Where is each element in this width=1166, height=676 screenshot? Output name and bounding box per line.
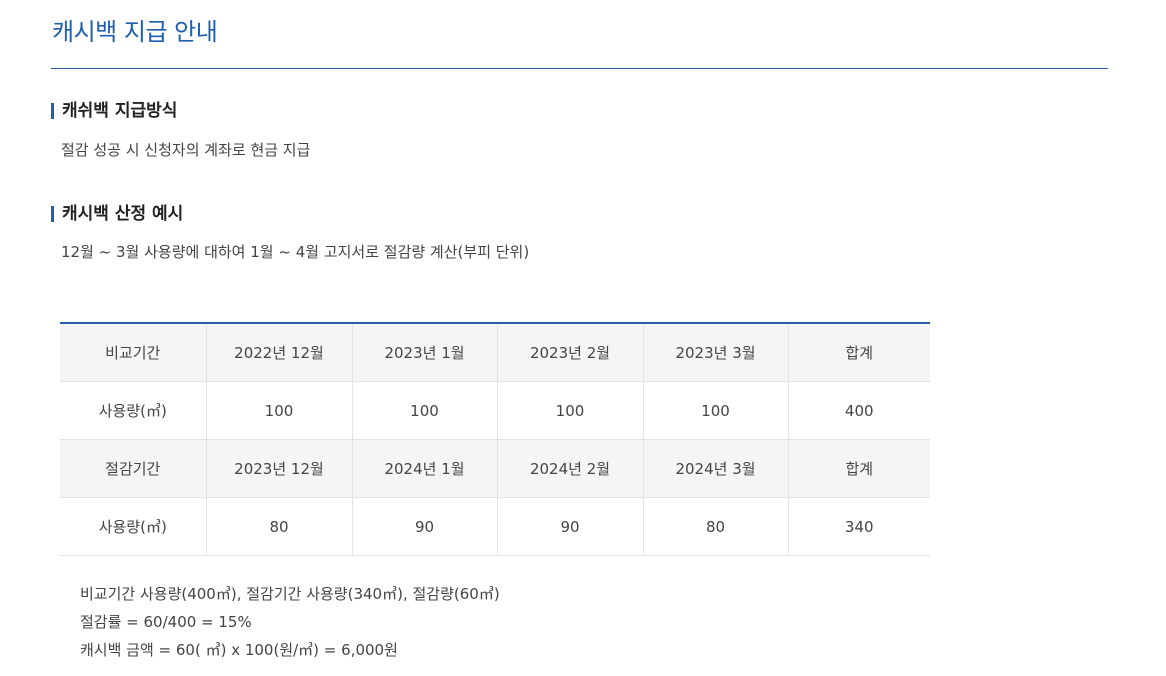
table-cell: 340 xyxy=(788,497,930,556)
table-cell: 80 xyxy=(206,497,353,556)
table-cell: 사용량(㎥) xyxy=(60,381,207,440)
table-cell: 2023년 12월 xyxy=(206,439,353,498)
table-cell: 2024년 2월 xyxy=(497,439,644,498)
note-cashback-amount: 캐시백 금액 = 60( ㎥) x 100(원/㎥) = 6,000원 xyxy=(80,641,398,659)
table-cell: 100 xyxy=(643,381,789,440)
title-divider xyxy=(51,68,1108,69)
table-row-saving-usage: 사용량(㎥) 80 90 90 80 340 xyxy=(60,497,930,556)
page-title: 캐시백 지급 안내 xyxy=(52,18,218,46)
table-row-comparison-usage: 사용량(㎥) 100 100 100 100 400 xyxy=(60,381,930,440)
table-cell: 100 xyxy=(352,381,498,440)
table-cell: 2023년 3월 xyxy=(643,323,789,382)
note-saving-rate: 절감률 = 60/400 = 15% xyxy=(80,613,252,631)
table-row-comparison-period: 비교기간 2022년 12월 2023년 1월 2023년 2월 2023년 3… xyxy=(60,323,930,382)
section-text-payment-method: 절감 성공 시 신청자의 계좌로 현금 지급 xyxy=(61,141,311,159)
note-usage-summary: 비교기간 사용량(400㎥), 절감기간 사용량(340㎥), 절감량(60㎥) xyxy=(80,585,500,603)
section-heading-payment-method: 캐쉬백 지급방식 xyxy=(51,101,177,121)
table-cell: 합계 xyxy=(788,323,930,382)
section-text-calculation-example: 12월 ~ 3월 사용량에 대하여 1월 ~ 4월 고지서로 절감량 계산(부피… xyxy=(61,243,530,261)
section-heading-calculation-example: 캐시백 산정 예시 xyxy=(51,204,183,224)
table-cell: 2024년 1월 xyxy=(352,439,498,498)
table-cell: 90 xyxy=(352,497,498,556)
table-cell: 절감기간 xyxy=(60,439,207,498)
table-cell: 합계 xyxy=(788,439,930,498)
table-cell: 2022년 12월 xyxy=(206,323,353,382)
cashback-example-table: 비교기간 2022년 12월 2023년 1월 2023년 2월 2023년 3… xyxy=(60,322,930,556)
table-cell: 80 xyxy=(643,497,789,556)
table-row-saving-period: 절감기간 2023년 12월 2024년 1월 2024년 2월 2024년 3… xyxy=(60,439,930,498)
table-cell: 2023년 2월 xyxy=(497,323,644,382)
table-cell: 90 xyxy=(497,497,644,556)
table-cell: 비교기간 xyxy=(60,323,207,382)
table-cell: 2023년 1월 xyxy=(352,323,498,382)
table-cell: 100 xyxy=(206,381,353,440)
table-cell: 2024년 3월 xyxy=(643,439,789,498)
table-cell: 사용량(㎥) xyxy=(60,497,207,556)
table-cell: 100 xyxy=(497,381,644,440)
table-cell: 400 xyxy=(788,381,930,440)
